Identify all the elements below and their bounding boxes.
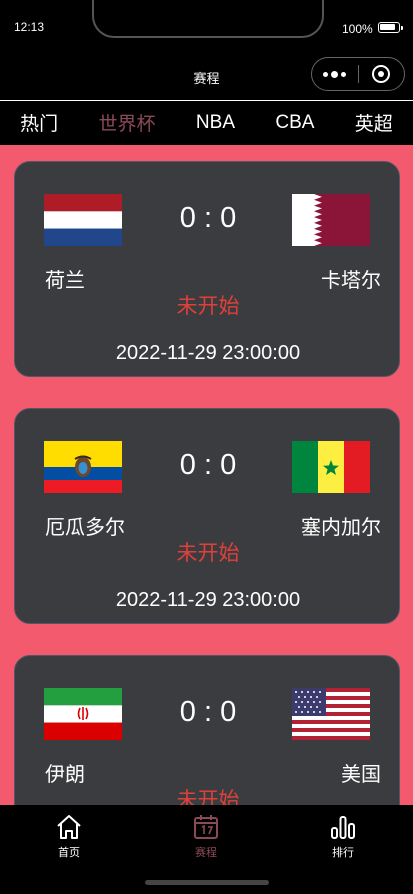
tab-hot[interactable]: 热门 [20,109,58,136]
match-status: 未开始 [176,789,240,805]
battery-percent: 100% [342,22,373,36]
away-team-name: 卡塔尔 [321,270,381,292]
match-card[interactable]: 0 : 0 荷兰 卡塔尔 未开始 2022-11-29 23:00:00 [14,161,400,377]
match-status: 未开始 [176,295,240,318]
match-date: 2022-11-29 23:00:00 [115,342,301,364]
ranking-icon [331,816,355,839]
status-bar: 12:13 100% [0,0,413,44]
home-team-name: 厄瓜多尔 [45,517,125,539]
senegal-flag-icon [292,441,370,493]
home-team-name: 伊朗 [45,764,85,786]
match-list: 0 : 0 荷兰 卡塔尔 未开始 2022-11-29 23:00:00 0 :… [0,145,413,805]
tab-cba[interactable]: CBA [275,112,314,134]
match-date: 2022-11-29 23:00:00 [115,589,301,611]
miniprogram-capsule [311,57,405,91]
tabbar-label: 首页 [58,847,80,859]
tab-nba[interactable]: NBA [196,112,235,134]
tab-world-cup[interactable]: 世界杯 [99,109,156,136]
tabbar-label: 赛程 [195,847,217,859]
home-team-name: 荷兰 [45,270,85,292]
away-team-name: 美国 [341,764,381,786]
tabbar-item-schedule[interactable]: 赛程 [166,813,246,860]
away-team-name: 塞内加尔 [301,517,381,539]
category-tabs: 热门 世界杯 NBA CBA 英超 [0,100,413,144]
match-status: 未开始 [176,542,240,565]
usa-flag-icon [292,688,370,740]
tabbar-item-home[interactable]: 首页 [29,813,109,860]
qatar-flag-icon [292,194,370,246]
tabbar-item-ranking[interactable]: 排行 [303,813,383,860]
home-indicator [145,880,269,885]
status-time: 12:13 [14,20,45,34]
match-card[interactable]: 0 : 0 伊朗 美国 未开始 [14,655,400,805]
battery-icon [378,22,403,33]
notch [92,0,324,38]
tabbar-label: 排行 [332,847,354,859]
match-card[interactable]: 0 : 0 厄瓜多尔 塞内加尔 未开始 2022-11-29 23:00:00 [14,408,400,624]
phone-frame: 12:13 100% 赛程 热门 世界杯 NBA CBA 英超 0 : 0 荷兰… [0,0,413,894]
close-button[interactable] [358,65,404,83]
close-circle-icon [372,65,391,83]
home-icon [57,815,81,839]
tab-premier-league[interactable]: 英超 [355,109,393,136]
more-menu-button[interactable] [312,70,358,78]
calendar-icon [194,815,218,839]
